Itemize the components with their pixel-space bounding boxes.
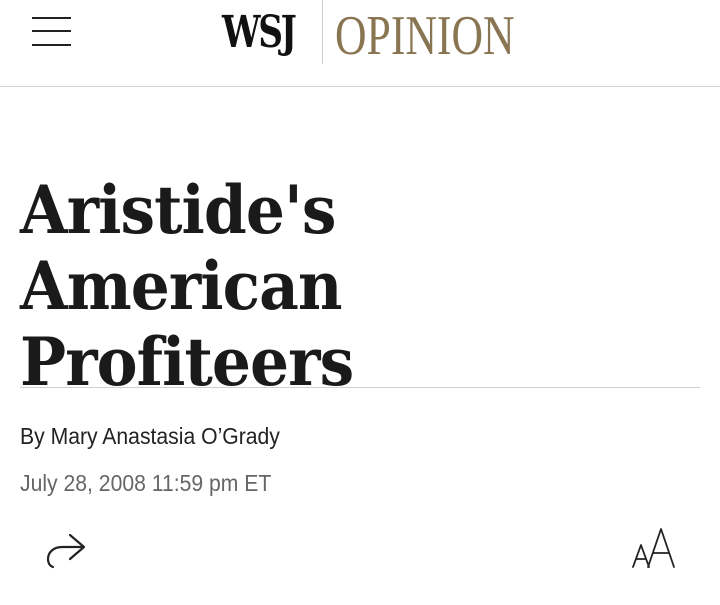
divider [20,387,700,388]
article-headline: Aristide's American Profiteers [20,172,710,400]
section-name: OPINION [335,5,515,67]
site-header: WSJ OPINION [0,0,720,87]
headline-line-2: Profiteers [20,323,354,401]
menu-line [32,30,71,32]
wsj-logo: WSJ [222,6,297,58]
share-icon[interactable] [44,527,88,571]
menu-line [32,44,71,46]
publish-date: July 28, 2008 11:59 pm ET [20,470,272,496]
headline-line-1: Aristide's American [20,171,343,325]
byline[interactable]: By Mary Anastasia O’Grady [20,423,280,450]
text-size-icon[interactable] [630,525,680,571]
logo-divider [322,0,323,64]
hamburger-menu-icon[interactable] [32,15,72,49]
menu-line [32,17,71,19]
masthead-logo[interactable]: WSJ OPINION [222,0,565,64]
